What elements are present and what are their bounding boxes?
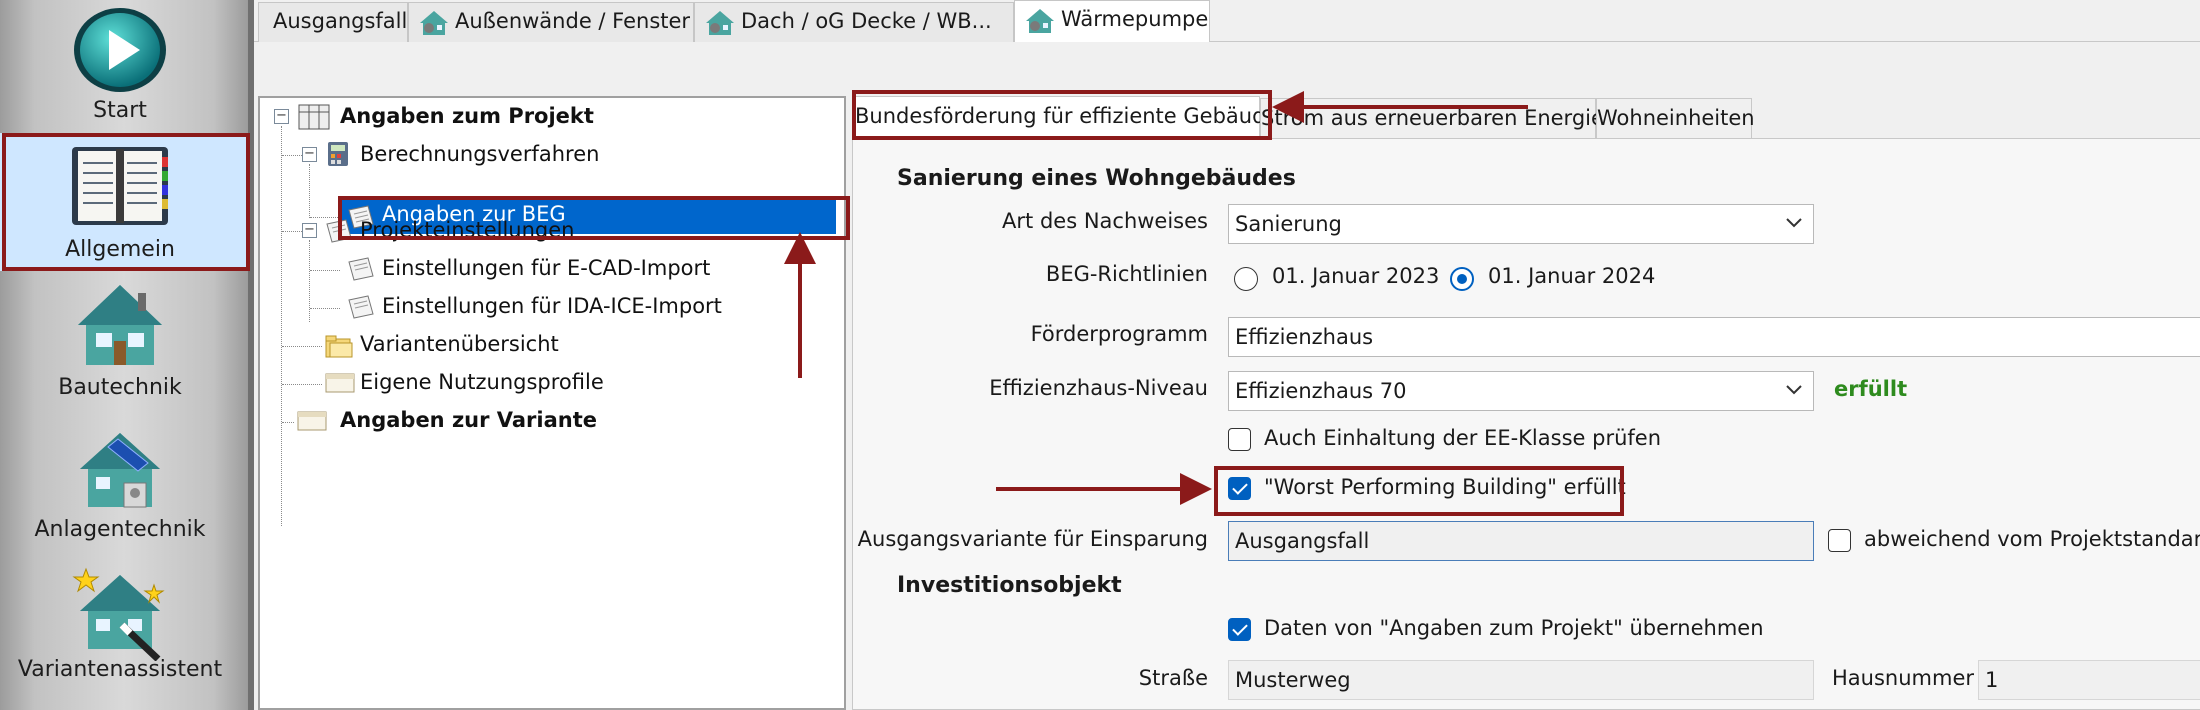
annotation-arrows [784, 91, 1528, 505]
